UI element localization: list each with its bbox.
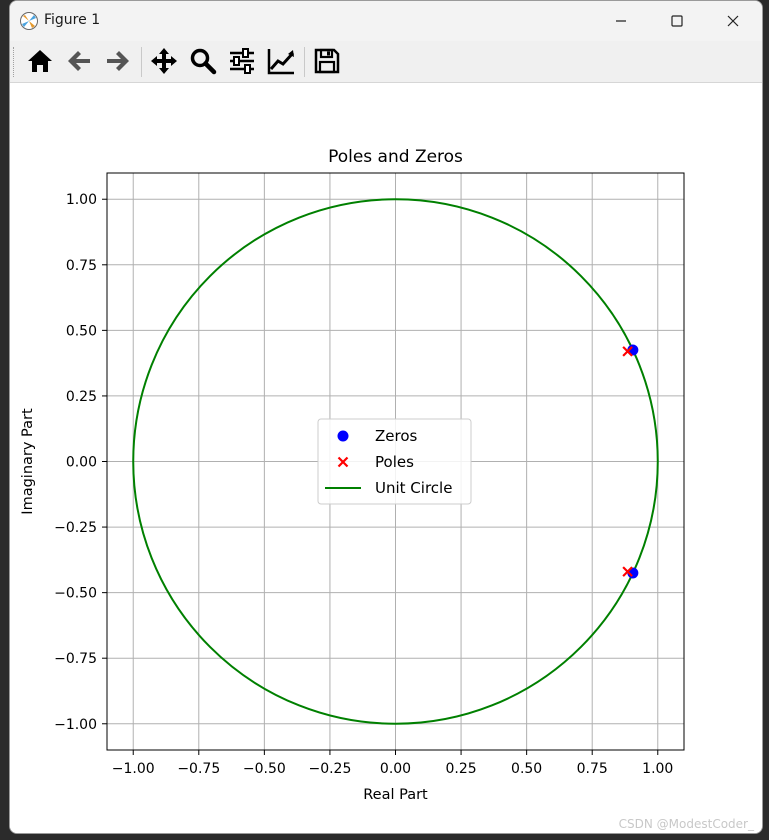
pan-button[interactable] <box>147 44 181 78</box>
matplotlib-figure-icon <box>20 12 38 30</box>
forward-button[interactable] <box>101 44 135 78</box>
y-tick-label: 1.00 <box>66 192 97 208</box>
legend: Zeros Poles Unit Circle <box>317 418 472 505</box>
window-title: Figure 1 <box>44 12 101 28</box>
minimize-icon <box>616 20 626 22</box>
zoom-button[interactable] <box>186 44 220 78</box>
maximize-icon <box>671 15 683 27</box>
close-button[interactable] <box>706 1 762 41</box>
x-tick-label: −0.50 <box>243 761 286 777</box>
home-button[interactable] <box>23 44 57 78</box>
move-icon <box>151 48 177 74</box>
x-tick-label: 1.00 <box>642 761 673 777</box>
y-axis-label: Imaginary Part <box>20 408 36 515</box>
arrow-left-icon <box>68 51 90 71</box>
x-tick-label: −1.00 <box>112 761 155 777</box>
subplots-button[interactable] <box>225 44 259 78</box>
y-tick-label: −0.75 <box>54 651 97 667</box>
toolbar-separator <box>304 47 305 77</box>
y-tick-label: −1.00 <box>54 717 97 733</box>
legend-zero-marker <box>337 430 349 442</box>
close-icon <box>727 15 739 27</box>
back-button[interactable] <box>62 44 96 78</box>
home-icon <box>28 50 52 72</box>
title-bar[interactable]: Figure 1 <box>10 1 762 41</box>
y-tick-label: 0.50 <box>66 323 97 339</box>
x-tick-label: 0.00 <box>380 761 411 777</box>
y-tick-label: 0.75 <box>66 258 97 274</box>
legend-label: Unit Circle <box>375 479 452 497</box>
sliders-icon <box>230 48 254 74</box>
toolbar-grip[interactable] <box>13 47 17 77</box>
x-tick-label: 0.75 <box>577 761 608 777</box>
floppy-disk-icon <box>314 48 340 74</box>
save-button[interactable] <box>310 44 344 78</box>
x-axis-label: Real Part <box>363 787 428 803</box>
maximize-button[interactable] <box>650 1 706 41</box>
magnifier-icon <box>190 48 217 75</box>
y-tick-label: −0.50 <box>54 586 97 602</box>
arrow-right-icon <box>107 51 129 71</box>
pole-zero-plot: −1.00 −0.75 −0.50 −0.25 0.00 0.25 0.50 0.75 1.00… <box>20 147 685 803</box>
x-tick-label: −0.75 <box>177 761 220 777</box>
navigation-toolbar <box>10 41 762 83</box>
x-tick-label: −0.25 <box>308 761 351 777</box>
y-tick-label: −0.25 <box>54 520 97 536</box>
y-tick-label: 0.00 <box>66 455 97 471</box>
y-tick-label: 0.25 <box>66 389 97 405</box>
line-chart-icon <box>267 49 295 75</box>
legend-label: Poles <box>375 453 414 471</box>
legend-label: Zeros <box>375 427 418 445</box>
toolbar-separator <box>141 47 142 77</box>
minimize-button[interactable] <box>594 1 650 41</box>
watermark: CSDN @ModestCoder_ <box>618 817 754 831</box>
figure-window: Figure 1 −1.00 −0.75 −0.50 −0.25 0.00 0.… <box>9 0 763 834</box>
axes-edit-button[interactable] <box>264 44 298 78</box>
figure-canvas[interactable]: −1.00 −0.75 −0.50 −0.25 0.00 0.25 0.50 0.75 1.00… <box>10 83 762 833</box>
chart-title: Poles and Zeros <box>328 147 463 167</box>
x-tick-label: 0.25 <box>445 761 476 777</box>
x-tick-label: 0.50 <box>511 761 542 777</box>
